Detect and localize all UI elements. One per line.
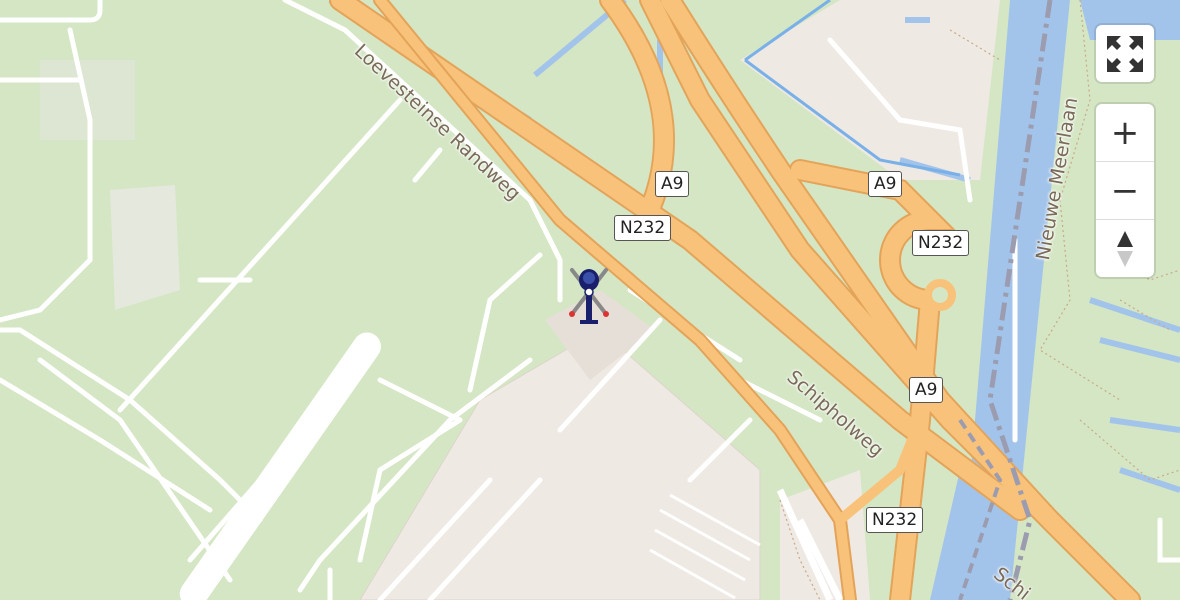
fullscreen-control (1096, 25, 1154, 82)
zoom-out-button[interactable]: − (1096, 161, 1154, 219)
route-shield-a9: A9 (868, 171, 903, 197)
map-canvas[interactable]: A9 A9 N232 N232 A9 N232 Loevesteinse Ran… (0, 0, 1180, 600)
route-shield-a9: A9 (655, 171, 690, 197)
route-shield-n232: N232 (614, 215, 672, 241)
helicopter-icon (569, 268, 609, 324)
route-shield-n232: N232 (866, 507, 924, 533)
helicopter-marker[interactable] (566, 262, 612, 336)
zoom-controls: + − (1096, 104, 1154, 277)
route-shield-n232: N232 (912, 230, 970, 256)
route-shield-a9: A9 (909, 377, 944, 403)
zoom-in-button[interactable]: + (1096, 104, 1154, 161)
fullscreen-button[interactable] (1096, 25, 1154, 82)
fullscreen-icon (1107, 35, 1143, 72)
compass-button[interactable] (1096, 219, 1154, 277)
compass-icon (1117, 230, 1133, 267)
